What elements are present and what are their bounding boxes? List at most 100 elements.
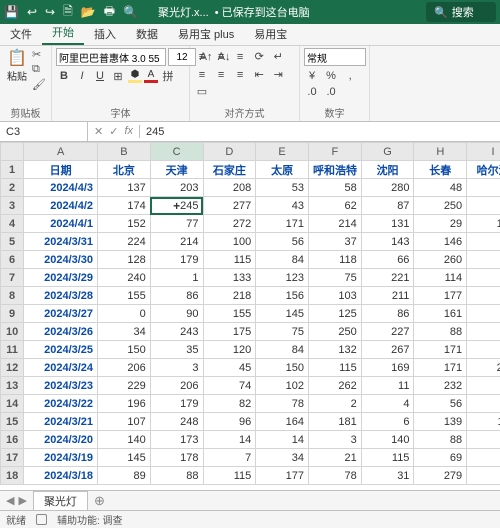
- cell-date[interactable]: 2024/3/21: [24, 413, 98, 431]
- tab-0[interactable]: 文件: [0, 23, 42, 45]
- cell[interactable]: 133: [203, 269, 256, 287]
- merge-icon[interactable]: ▭: [194, 83, 210, 99]
- paste-button[interactable]: 📋 粘贴: [4, 48, 30, 83]
- accessibility-icon[interactable]: [36, 514, 47, 525]
- tab-1[interactable]: 开始: [42, 21, 84, 45]
- row-header-5[interactable]: 5: [1, 233, 24, 251]
- cell-date[interactable]: 2024/3/31: [24, 233, 98, 251]
- cell[interactable]: 118: [308, 251, 361, 269]
- cell[interactable]: 174: [98, 197, 151, 215]
- cell[interactable]: 56: [256, 233, 309, 251]
- col-header-F[interactable]: F: [308, 143, 361, 161]
- cell-date[interactable]: 2024/3/22: [24, 395, 98, 413]
- cell[interactable]: 89: [98, 467, 151, 485]
- cell[interactable]: [467, 341, 500, 359]
- cell[interactable]: 88: [414, 431, 467, 449]
- select-all-cell[interactable]: [1, 143, 24, 161]
- cell[interactable]: 132: [308, 341, 361, 359]
- header-cell[interactable]: 哈尔滨: [467, 161, 500, 179]
- cell[interactable]: [467, 431, 500, 449]
- cell[interactable]: 214: [150, 233, 203, 251]
- cell[interactable]: [467, 467, 500, 485]
- cell[interactable]: 6: [361, 413, 414, 431]
- open-icon[interactable]: 📂: [81, 5, 96, 19]
- header-cell[interactable]: 长春: [414, 161, 467, 179]
- cell[interactable]: 1: [150, 269, 203, 287]
- cell[interactable]: 115: [203, 467, 256, 485]
- cell[interactable]: 115: [361, 449, 414, 467]
- cell[interactable]: 84: [256, 251, 309, 269]
- spreadsheet-grid[interactable]: ABCDEFGHI1日期北京天津石家庄太原呼和浩特沈阳长春哈尔滨22024/4/…: [0, 142, 500, 490]
- cell[interactable]: 206: [150, 377, 203, 395]
- header-cell[interactable]: 天津: [150, 161, 203, 179]
- cell[interactable]: 211: [361, 287, 414, 305]
- row-header-18[interactable]: 18: [1, 467, 24, 485]
- cell[interactable]: 156: [256, 287, 309, 305]
- cell[interactable]: 250: [308, 323, 361, 341]
- cell[interactable]: 208: [203, 179, 256, 197]
- cell[interactable]: 31: [361, 467, 414, 485]
- cell[interactable]: 150: [256, 359, 309, 377]
- row-header-13[interactable]: 13: [1, 377, 24, 395]
- currency-icon[interactable]: ¥: [304, 68, 320, 84]
- row-header-4[interactable]: 4: [1, 215, 24, 233]
- cell[interactable]: 178: [150, 449, 203, 467]
- cell[interactable]: 267: [361, 341, 414, 359]
- cell[interactable]: 177: [256, 467, 309, 485]
- fx-icon[interactable]: fx: [124, 125, 133, 138]
- cell[interactable]: 140: [98, 431, 151, 449]
- cell[interactable]: 155: [203, 305, 256, 323]
- tab-5[interactable]: 易用宝: [244, 23, 297, 45]
- formula-input[interactable]: 245: [140, 126, 500, 138]
- tab-4[interactable]: 易用宝 plus: [168, 23, 244, 45]
- cell[interactable]: 74: [203, 377, 256, 395]
- cell[interactable]: 45: [203, 359, 256, 377]
- col-header-C[interactable]: C: [150, 143, 203, 161]
- col-header-A[interactable]: A: [24, 143, 98, 161]
- cell[interactable]: 143: [361, 233, 414, 251]
- header-cell[interactable]: 日期: [24, 161, 98, 179]
- cell-date[interactable]: 2024/3/19: [24, 449, 98, 467]
- cell[interactable]: 206: [98, 359, 151, 377]
- orientation-icon[interactable]: ⟳: [251, 48, 267, 64]
- row-header-16[interactable]: 16: [1, 431, 24, 449]
- cell[interactable]: 87: [361, 197, 414, 215]
- cell[interactable]: 78: [256, 395, 309, 413]
- cell[interactable]: 62: [308, 197, 361, 215]
- cell[interactable]: 179: [150, 395, 203, 413]
- col-header-D[interactable]: D: [203, 143, 256, 161]
- inc-decimal-icon[interactable]: .0: [304, 84, 320, 100]
- cell[interactable]: 146: [414, 233, 467, 251]
- row-header-6[interactable]: 6: [1, 251, 24, 269]
- cell[interactable]: 245: [150, 197, 203, 215]
- cell[interactable]: 155: [98, 287, 151, 305]
- cell[interactable]: 280: [361, 179, 414, 197]
- cell[interactable]: 58: [308, 179, 361, 197]
- cell-date[interactable]: 2024/3/27: [24, 305, 98, 323]
- cell[interactable]: 102: [256, 377, 309, 395]
- cell[interactable]: 232: [414, 377, 467, 395]
- col-header-H[interactable]: H: [414, 143, 467, 161]
- phonetic-button[interactable]: 拼: [160, 68, 176, 84]
- cell[interactable]: 248: [150, 413, 203, 431]
- cell[interactable]: 29: [414, 215, 467, 233]
- cell[interactable]: 179: [150, 251, 203, 269]
- cell[interactable]: 115: [203, 251, 256, 269]
- cell[interactable]: 125: [308, 305, 361, 323]
- row-header-11[interactable]: 11: [1, 341, 24, 359]
- enter-icon[interactable]: ✓: [109, 125, 118, 138]
- font-color-button[interactable]: A: [144, 69, 158, 83]
- cell[interactable]: 53: [256, 179, 309, 197]
- cell[interactable]: 243: [150, 323, 203, 341]
- cell-date[interactable]: 2024/3/29: [24, 269, 98, 287]
- cell[interactable]: 0: [98, 305, 151, 323]
- italic-button[interactable]: I: [74, 68, 90, 84]
- cell[interactable]: 260: [414, 251, 467, 269]
- cell[interactable]: 203: [467, 359, 500, 377]
- cell[interactable]: 3: [308, 431, 361, 449]
- row-header-10[interactable]: 10: [1, 323, 24, 341]
- cell[interactable]: 161: [414, 305, 467, 323]
- cell[interactable]: 18: [467, 197, 500, 215]
- cell[interactable]: 214: [308, 215, 361, 233]
- header-cell[interactable]: 沈阳: [361, 161, 414, 179]
